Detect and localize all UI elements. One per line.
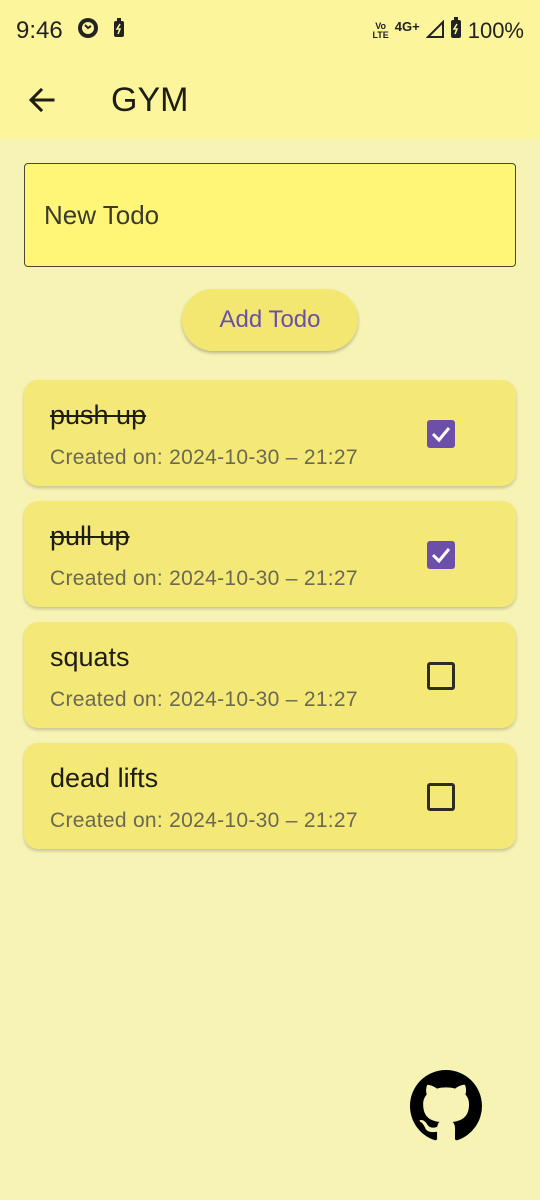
battery-percent: 100% xyxy=(467,18,524,43)
battery-icon xyxy=(450,17,462,45)
todo-checkbox[interactable] xyxy=(427,783,455,811)
todo-date: Created on: 2024-10-30 – 21:27 xyxy=(50,688,358,711)
volte-indicator: Vo LTE xyxy=(372,21,389,40)
network-type: 4G+ xyxy=(394,18,420,34)
new-todo-placeholder: New Todo xyxy=(44,199,160,230)
todo-title: push up xyxy=(50,400,147,430)
todo-checkbox[interactable] xyxy=(427,420,455,448)
todo-item[interactable]: push up Created on: 2024-10-30 – 21:27 xyxy=(24,380,516,486)
todo-date: Created on: 2024-10-30 – 21:27 xyxy=(50,446,358,469)
check-icon xyxy=(431,427,451,443)
todo-item[interactable]: squats Created on: 2024-10-30 – 21:27 xyxy=(24,622,516,728)
battery-saver-icon xyxy=(113,17,125,45)
add-todo-button[interactable]: Add Todo xyxy=(182,289,358,351)
status-time: 9:46 xyxy=(16,17,63,44)
page-title: GYM xyxy=(111,80,189,119)
todo-date: Created on: 2024-10-30 – 21:27 xyxy=(50,567,358,590)
todo-date: Created on: 2024-10-30 – 21:27 xyxy=(50,809,358,832)
new-todo-input[interactable]: New Todo xyxy=(24,163,516,267)
check-icon xyxy=(431,548,451,564)
todo-item[interactable]: pull up Created on: 2024-10-30 – 21:27 xyxy=(24,501,516,607)
github-icon xyxy=(410,1070,482,1141)
whatsapp-icon xyxy=(77,17,99,46)
arrow-back-icon xyxy=(28,87,55,113)
signal-icon xyxy=(425,18,444,44)
todo-checkbox[interactable] xyxy=(427,541,455,569)
todo-checkbox[interactable] xyxy=(427,662,455,690)
back-button[interactable] xyxy=(20,78,64,122)
status-bar: 9:46 Vo LTE 4G+ 100% xyxy=(0,0,540,62)
status-left: 9:46 xyxy=(16,17,125,46)
status-right: Vo LTE 4G+ 100% xyxy=(372,17,524,45)
todo-title: dead lifts xyxy=(50,763,159,793)
todo-title: pull up xyxy=(50,521,130,551)
github-button[interactable] xyxy=(410,1070,482,1142)
app-bar: GYM xyxy=(0,62,540,138)
todo-title: squats xyxy=(50,642,130,672)
todo-item[interactable]: dead lifts Created on: 2024-10-30 – 21:2… xyxy=(24,743,516,849)
